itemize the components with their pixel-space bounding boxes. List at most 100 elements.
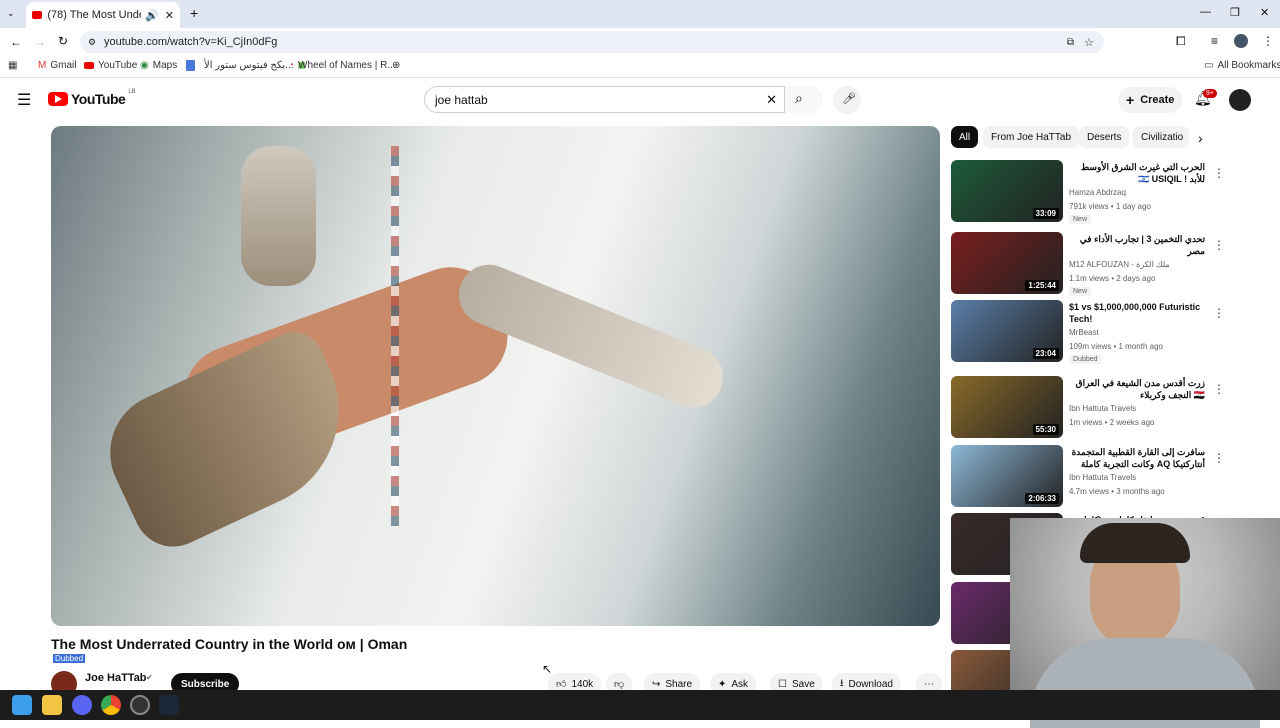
recommendation-channel[interactable]: Ibn Hattuta Travels: [1069, 404, 1136, 413]
recommendation-channel[interactable]: M12 ALFOUZAN - ملك الكرة: [1069, 260, 1170, 269]
recommendation-title[interactable]: الحرب التي غيرت الشرق الأوسط للأبد ! 🇮🇱 …: [1069, 161, 1205, 185]
hamburger-menu-icon[interactable]: ☰: [17, 90, 31, 110]
video-thumbnail[interactable]: 55:30: [951, 376, 1063, 438]
recommendation-meta: 1.1m views • 2 days ago: [1069, 274, 1156, 283]
bookmark-label: Wheel of Names | R...: [298, 60, 396, 71]
search-value: joe hattab: [435, 92, 488, 107]
globe-icon: ⊕: [392, 60, 401, 71]
chip-all[interactable]: All: [951, 126, 979, 148]
tab-close-icon[interactable]: ✕: [165, 9, 174, 22]
tab-search-icon[interactable]: ⌄: [7, 8, 15, 19]
audio-icon[interactable]: 🔊: [145, 9, 159, 22]
share-icon: ↪: [652, 678, 661, 690]
video-thumbnail[interactable]: 2:06:33: [951, 445, 1063, 507]
browser-tab[interactable]: (78) The Most Underrated C 🔊 ✕: [26, 2, 180, 28]
youtube-favicon-icon: [32, 11, 43, 19]
video-player[interactable]: [51, 126, 940, 626]
thumbs-up-icon: 👍︎: [556, 679, 567, 690]
bookmark-globe[interactable]: ⊕: [392, 60, 400, 71]
all-bookmarks[interactable]: ▭ All Bookmarks: [1204, 60, 1280, 71]
gmail-icon: M: [38, 60, 47, 71]
bookmark-star-icon[interactable]: ☆: [1084, 36, 1094, 49]
install-icon[interactable]: ⧉: [1067, 37, 1074, 48]
save-label: Save: [791, 678, 815, 690]
youtube-play-logo-icon: [48, 92, 68, 106]
recommendation-card[interactable]: 55:30 زرت أقدس مدن الشيعة في العراق 🇮🇶 ال…: [951, 376, 1266, 440]
duration-label: 55:30: [1032, 424, 1059, 435]
bookmark-label: Gmail: [50, 60, 77, 71]
extensions-icon[interactable]: ⧠: [1176, 34, 1186, 49]
video-thumbnail[interactable]: 33:09: [951, 160, 1063, 222]
address-bar[interactable]: ⚙ youtube.com/watch?v=Ki_CjIn0dFg ⧉ ☆: [80, 31, 1104, 53]
recommendation-channel[interactable]: Hamza Abdrzaq: [1069, 188, 1126, 197]
search-button[interactable]: ⌕: [784, 86, 822, 113]
chip-from-channel[interactable]: From Joe HaTTab: [983, 126, 1080, 148]
windows-start-icon[interactable]: [12, 695, 32, 715]
search-input[interactable]: joe hattab ✕: [424, 86, 822, 113]
browser-toolbar: ← → ↻ ⚙ youtube.com/watch?v=Ki_CjIn0dFg …: [0, 28, 1280, 56]
apps-icon[interactable]: ▦: [8, 60, 17, 71]
avatar[interactable]: [1229, 89, 1251, 111]
recommendation-channel[interactable]: Ibn Hattuta Travels: [1069, 473, 1136, 482]
discord-icon[interactable]: [72, 695, 92, 715]
chrome-icon[interactable]: [101, 695, 121, 715]
more-options-icon[interactable]: ⋮: [1213, 382, 1225, 396]
recommendation-title[interactable]: $1 vs $1,000,000,000 Futuristic Tech!: [1069, 301, 1205, 325]
duration-label: 1:25:44: [1025, 280, 1059, 291]
chip-deserts[interactable]: Deserts: [1079, 126, 1130, 148]
channel-name[interactable]: Joe HaTTab: [85, 672, 147, 684]
forward-icon[interactable]: →: [34, 35, 46, 49]
like-count: 140k: [571, 678, 594, 690]
maps-icon: ◉: [140, 60, 149, 71]
recommendation-card[interactable]: 1:25:44 تحدي التخمين 3 | تجارب الأداء في …: [951, 232, 1266, 296]
file-explorer-icon[interactable]: [42, 695, 62, 715]
duration-label: 33:09: [1032, 208, 1059, 219]
search-icon: ⌕: [795, 90, 803, 106]
recommendation-meta: 1m views • 2 weeks ago: [1069, 418, 1155, 427]
video-title: The Most Underrated Country in the World…: [51, 636, 408, 652]
recommendation-title[interactable]: سافرت إلى القارة القطبية المتجمدة أنتارك…: [1069, 446, 1205, 470]
reload-icon[interactable]: ↻: [58, 34, 68, 48]
bookmark-wheel[interactable]: ◔ Wheel of Names | R...: [288, 60, 396, 71]
media-icon[interactable]: ≡: [1211, 34, 1218, 48]
menu-icon[interactable]: ⋮: [1262, 34, 1274, 48]
chip-civilization[interactable]: Civilizatio: [1133, 126, 1189, 148]
more-options-icon[interactable]: ⋮: [1213, 306, 1225, 320]
dubbed-badge: Dubbed: [53, 654, 86, 663]
create-button[interactable]: + Create: [1118, 87, 1182, 113]
clear-search-icon[interactable]: ✕: [766, 92, 777, 108]
recommendation-card[interactable]: 2:06:33 سافرت إلى القارة القطبية المتجمدة…: [951, 445, 1266, 509]
share-label: Share: [665, 678, 693, 690]
recommendation-meta: 4.7m views • 3 months ago: [1069, 487, 1165, 496]
all-bookmarks-label: All Bookmarks: [1217, 60, 1280, 71]
chips-next-icon[interactable]: ›: [1198, 130, 1203, 146]
bookmark-maps[interactable]: ◉ Maps: [140, 60, 177, 71]
bookmark-youtube[interactable]: YouTube: [84, 60, 137, 71]
profile-avatar[interactable]: [1234, 34, 1248, 48]
steam-icon[interactable]: [159, 695, 179, 715]
video-thumbnail[interactable]: 23:04: [951, 300, 1063, 362]
back-icon[interactable]: ←: [10, 35, 22, 49]
recommendation-card[interactable]: 33:09 الحرب التي غيرت الشرق الأوسط للأبد …: [951, 160, 1266, 224]
window-close-icon[interactable]: ✕: [1260, 6, 1269, 19]
youtube-logo[interactable]: YouTube LB: [48, 89, 136, 107]
recommendation-channel[interactable]: MrBeast: [1069, 328, 1099, 337]
country-code: LB: [128, 89, 136, 95]
recommendation-card[interactable]: 23:04 $1 vs $1,000,000,000 Futuristic Tec…: [951, 300, 1266, 364]
restore-icon[interactable]: ❐: [1230, 6, 1240, 19]
voice-search-button[interactable]: 🎤︎: [833, 86, 861, 114]
video-thumbnail[interactable]: 1:25:44: [951, 232, 1063, 294]
notification-badge: 9+: [1203, 89, 1217, 98]
site-info-icon[interactable]: ⚙: [88, 37, 96, 48]
more-options-icon[interactable]: ⋮: [1213, 238, 1225, 252]
more-options-icon[interactable]: ⋮: [1213, 451, 1225, 465]
bookmark-docs[interactable]: [186, 60, 195, 71]
obs-icon[interactable]: [130, 695, 150, 715]
more-options-icon[interactable]: ⋮: [1213, 166, 1225, 180]
recommendation-title[interactable]: زرت أقدس مدن الشيعة في العراق 🇮🇶 النجف و…: [1069, 377, 1205, 401]
bookmark-gmail[interactable]: M Gmail: [38, 60, 76, 71]
new-tab-icon[interactable]: +: [190, 5, 198, 21]
thumbs-down-icon: 👎︎: [614, 679, 625, 690]
recommendation-title[interactable]: تحدي التخمين 3 | تجارب الأداء في مصر: [1069, 233, 1205, 257]
minimize-icon[interactable]: —: [1200, 6, 1211, 18]
